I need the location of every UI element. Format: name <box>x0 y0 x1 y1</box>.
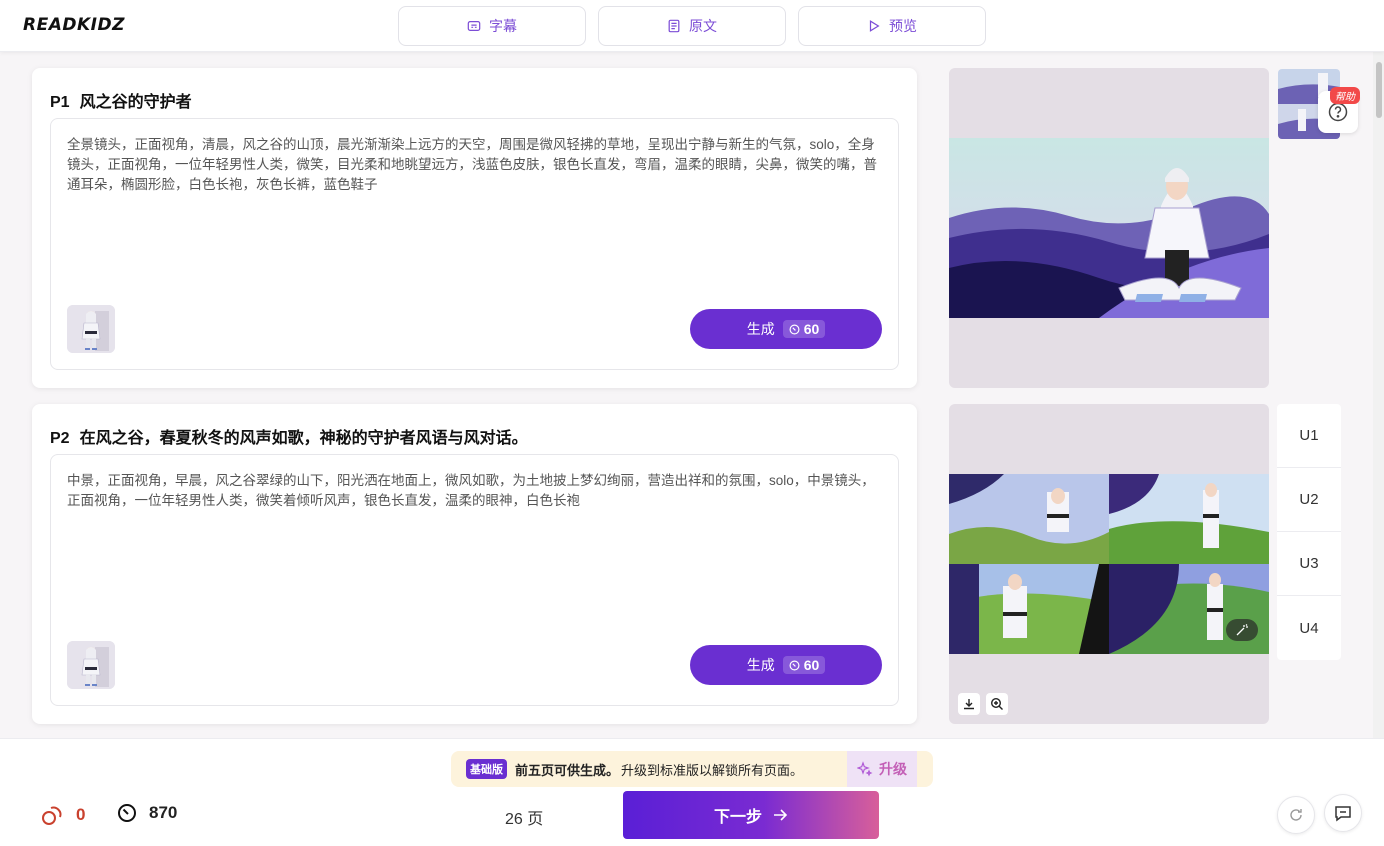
upgrade-label: 升级 <box>879 761 907 777</box>
zoom-button[interactable] <box>986 693 1008 715</box>
top-bar: READKIDZ 字幕 原文 预览 <box>0 0 1384 52</box>
credit-cost-badge: 60 <box>782 320 826 338</box>
page-card-p2: P2 在风之谷，春夏秋冬的风声如歌，神秘的守护者风语与风对话。 中景，正面视角，早… <box>32 404 917 724</box>
bottom-bar: 基础版 前五页可供生成。 升级到标准版以解锁所有页面。 升级 0 870 26 … <box>0 738 1384 846</box>
page-title: P1 风之谷的守护者 <box>50 88 192 112</box>
tab-preview-label: 预览 <box>889 18 917 34</box>
zoom-in-icon <box>990 697 1003 710</box>
page-number: P1 <box>50 94 70 111</box>
page-number: P2 <box>50 430 70 447</box>
tab-preview[interactable]: 预览 <box>798 6 986 46</box>
chat-icon <box>1335 806 1351 822</box>
character-thumbnail[interactable] <box>67 305 115 353</box>
variation-u2[interactable]: U2 <box>1277 468 1341 532</box>
credit-cost: 60 <box>803 321 820 337</box>
clock-icon <box>789 324 800 334</box>
help-badge: 帮助 <box>1330 87 1360 104</box>
question-icon <box>1328 102 1348 122</box>
refresh-icon <box>1290 809 1302 821</box>
coin-stack-icon <box>42 806 62 825</box>
generate-button[interactable]: 生成 60 <box>690 645 882 685</box>
subtitles-icon <box>467 21 481 31</box>
prompt-text: 全景镜头，正面视角，清晨，风之谷的山顶，晨光渐渐染上远方的天空，周围是微风轻拂的… <box>67 137 877 192</box>
credit-cost-badge: 60 <box>782 656 826 674</box>
generated-illustration[interactable] <box>949 138 1269 318</box>
variation-u3[interactable]: U3 <box>1277 532 1341 596</box>
generated-image-panel-p2 <box>949 404 1269 724</box>
tab-original-text[interactable]: 原文 <box>598 6 786 46</box>
next-step-label: 下一步 <box>713 809 762 826</box>
plan-badge: 基础版 <box>466 759 507 779</box>
magic-edit-button[interactable] <box>1226 619 1258 641</box>
generate-label: 生成 <box>746 657 775 673</box>
app-logo[interactable]: READKIDZ <box>23 15 125 35</box>
generate-button[interactable]: 生成 60 <box>690 309 882 349</box>
chat-button[interactable] <box>1324 794 1362 832</box>
tab-original-text-label: 原文 <box>689 18 717 34</box>
clock-icon <box>118 804 136 822</box>
notice-bold-text: 前五页可供生成。 <box>515 762 620 778</box>
token-count: 0 <box>76 805 86 824</box>
scrollbar[interactable] <box>1373 52 1384 738</box>
tab-subtitles-label: 字幕 <box>489 18 517 34</box>
variation-u1[interactable]: U1 <box>1277 404 1341 468</box>
prompt-textarea[interactable]: 全景镜头，正面视角，清晨，风之谷的山顶，晨光渐渐染上远方的天空，周围是微风轻拂的… <box>50 118 899 370</box>
generated-image-panel-p1 <box>949 68 1269 388</box>
credit-stat: 870 <box>117 803 177 823</box>
page-card-p1: P1 风之谷的守护者 全景镜头，正面视角，清晨，风之谷的山顶，晨光渐渐染上远方的天… <box>32 68 917 388</box>
magic-wand-icon <box>1236 624 1248 636</box>
clock-icon <box>789 660 800 670</box>
upgrade-button[interactable]: 升级 <box>847 751 917 787</box>
document-icon <box>668 19 680 33</box>
prompt-text: 中景，正面视角，早晨，风之谷翠绿的山下，阳光洒在地面上，微风如歌，为土地披上梦幻… <box>67 473 875 508</box>
page-title: P2 在风之谷，春夏秋冬的风声如歌，神秘的守护者风语与风对话。 <box>50 424 528 448</box>
next-step-button[interactable]: 下一步 <box>623 791 879 839</box>
generated-illustration-grid[interactable] <box>949 474 1269 654</box>
play-icon <box>869 20 880 32</box>
download-icon <box>964 699 974 710</box>
generate-label: 生成 <box>746 321 775 337</box>
download-button[interactable] <box>958 693 980 715</box>
sparkle-icon <box>857 761 873 777</box>
credit-count: 870 <box>149 803 178 822</box>
upscale-variation-list: U1 U2 U3 U4 <box>1277 404 1341 660</box>
page-count: 26 页 <box>505 811 544 828</box>
credit-cost: 60 <box>803 657 820 673</box>
prompt-textarea[interactable]: 中景，正面视角，早晨，风之谷翠绿的山下，阳光洒在地面上，微风如歌，为土地披上梦幻… <box>50 454 899 706</box>
token-stat: 0 <box>40 803 85 827</box>
page-heading: 风之谷的守护者 <box>79 94 192 111</box>
tab-subtitles[interactable]: 字幕 <box>398 6 586 46</box>
character-thumbnail[interactable] <box>67 641 115 689</box>
arrow-right-icon <box>774 809 788 821</box>
variation-u4[interactable]: U4 <box>1277 596 1341 660</box>
refresh-button[interactable] <box>1277 796 1315 834</box>
page-heading: 在风之谷，春夏秋冬的风声如歌，神秘的守护者风语与风对话。 <box>79 430 528 447</box>
notice-text: 升级到标准版以解锁所有页面。 <box>621 762 804 778</box>
scrollbar-thumb[interactable] <box>1376 62 1382 118</box>
plan-notice: 基础版 前五页可供生成。 升级到标准版以解锁所有页面。 升级 <box>451 751 933 787</box>
